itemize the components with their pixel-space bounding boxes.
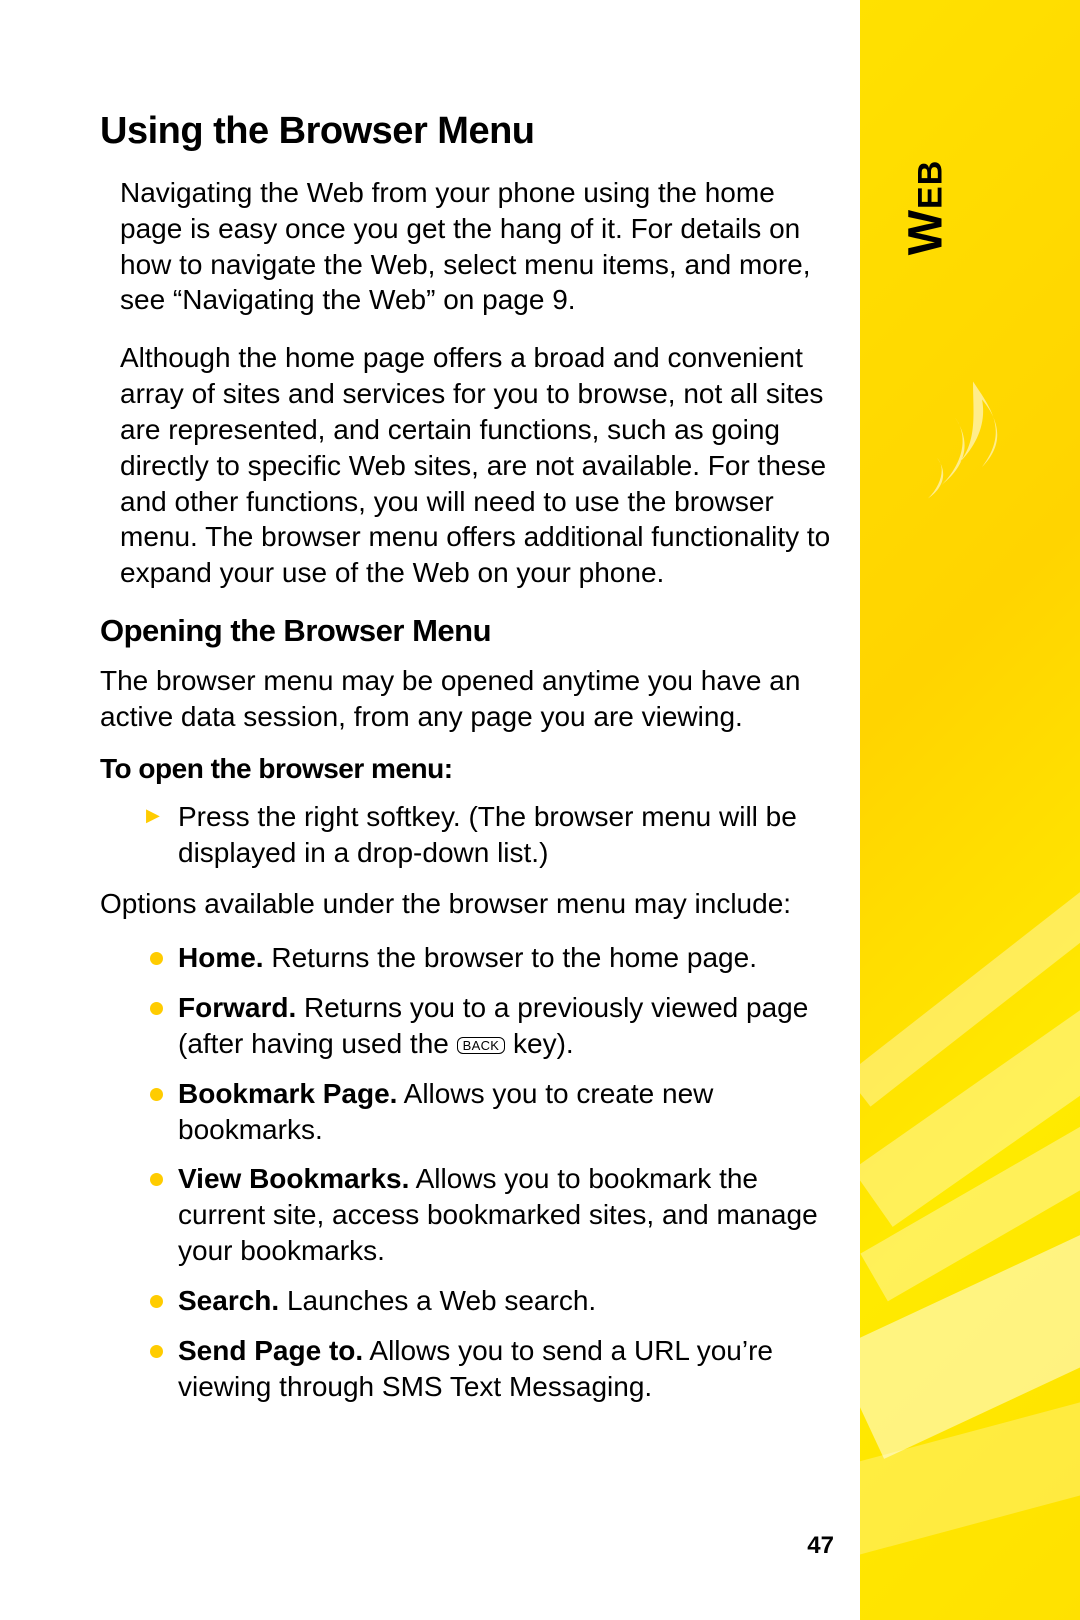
procedure-lead: To open the browser menu: [100, 753, 840, 785]
option-forward: Forward. Returns you to a previously vie… [148, 990, 840, 1062]
options-intro: Options available under the browser menu… [100, 886, 840, 922]
page-number: 47 [807, 1532, 834, 1560]
opening-paragraph: The browser menu may be opened anytime y… [100, 663, 840, 735]
section-tab: Web [860, 0, 1080, 1620]
heading-using-browser-menu: Using the Browser Menu [100, 110, 840, 153]
options-list: Home. Returns the browser to the home pa… [148, 940, 840, 1404]
option-view-bookmarks: View Bookmarks. Allows you to bookmark t… [148, 1161, 840, 1268]
page-content: Using the Browser Menu Navigating the We… [100, 110, 840, 1420]
section-tab-label: Web [899, 160, 954, 256]
option-send-page-to: Send Page to. Allows you to send a URL y… [148, 1333, 840, 1405]
procedure-step: Press the right softkey. (The browser me… [148, 799, 840, 871]
option-home: Home. Returns the browser to the home pa… [148, 940, 840, 976]
back-key-icon: BACK [457, 1037, 506, 1054]
option-search: Search. Launches a Web search. [148, 1283, 840, 1319]
intro-paragraph-1: Navigating the Web from your phone using… [120, 175, 840, 318]
sprint-flame-icon [928, 380, 1018, 500]
intro-paragraph-2: Although the home page offers a broad an… [120, 340, 840, 591]
heading-opening-browser-menu: Opening the Browser Menu [100, 613, 840, 649]
option-bookmark-page: Bookmark Page. Allows you to create new … [148, 1076, 840, 1148]
procedure-steps: Press the right softkey. (The browser me… [148, 799, 840, 871]
